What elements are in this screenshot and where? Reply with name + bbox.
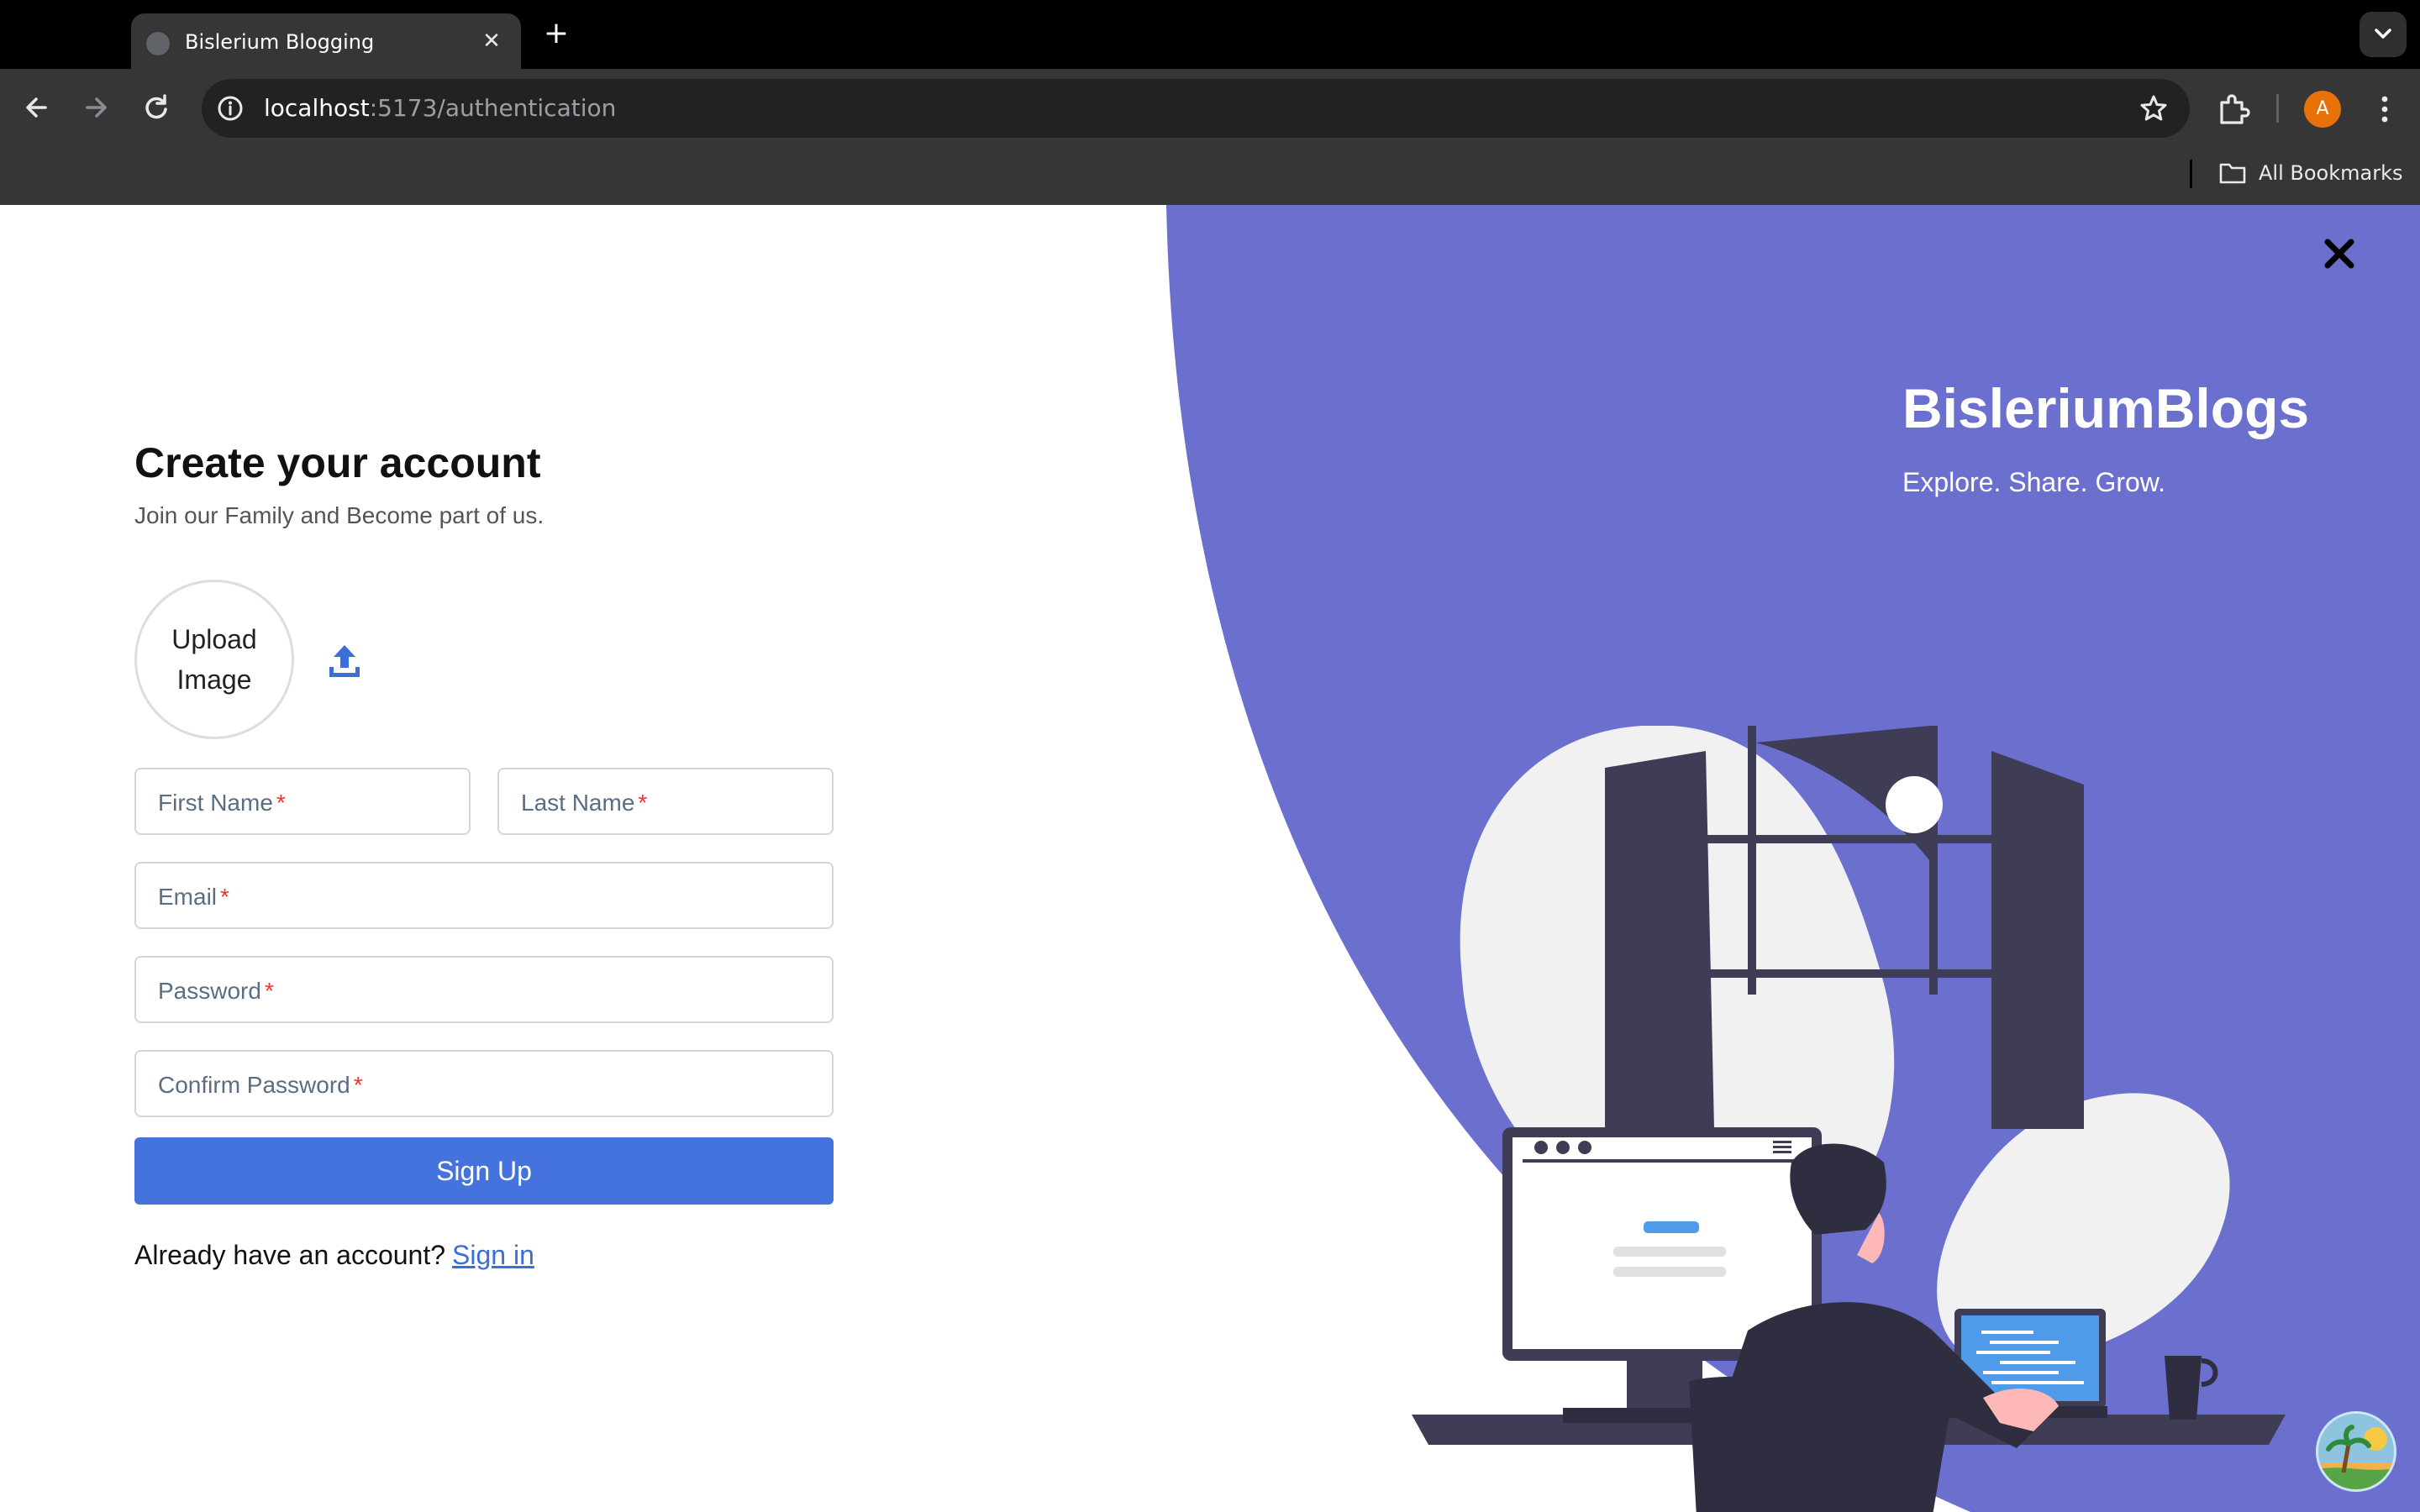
url-text[interactable]: localhost:5173/authentication: [264, 94, 616, 122]
info-icon[interactable]: [215, 93, 245, 123]
profile-avatar[interactable]: A: [2304, 91, 2341, 128]
first-name-field[interactable]: First Name *: [134, 768, 471, 835]
email-field[interactable]: Email *: [134, 862, 834, 929]
upload-icon[interactable]: [326, 642, 363, 682]
arrow-left-icon: [26, 97, 47, 118]
signin-prompt: Already have an account? Sign in: [134, 1240, 534, 1270]
arrow-right-icon: [86, 97, 107, 118]
sign-in-link[interactable]: Sign in: [452, 1240, 534, 1270]
chevron-down-icon: [2375, 29, 2391, 39]
all-bookmarks-button[interactable]: All Bookmarks: [2218, 156, 2402, 190]
image-upload-area[interactable]: Upload Image: [134, 580, 294, 739]
confirm-password-placeholder: Confirm Password *: [158, 1072, 363, 1098]
close-icon[interactable]: [2317, 232, 2361, 276]
toolbar-divider: [2276, 94, 2279, 123]
auth-page: Create your account Join our Family and …: [0, 205, 2420, 1512]
new-tab-button[interactable]: +: [539, 17, 573, 50]
first-name-placeholder: First Name *: [158, 790, 286, 816]
confirm-password-field[interactable]: Confirm Password *: [134, 1050, 834, 1117]
address-bar[interactable]: localhost:5173/authentication: [202, 79, 2190, 138]
reload-button[interactable]: [133, 84, 180, 131]
sign-up-button[interactable]: Sign Up: [134, 1137, 834, 1205]
upload-image-label: Upload Image: [171, 624, 257, 695]
extensions-icon[interactable]: [2213, 89, 2254, 129]
password-field[interactable]: Password *: [134, 956, 834, 1023]
globe-icon: [146, 32, 170, 55]
tab-title: Bislerium Blogging: [185, 30, 375, 54]
developer-illustration: [1412, 726, 2286, 1512]
folder-icon: [2219, 163, 2246, 184]
page-subtitle: Join our Family and Become part of us.: [134, 502, 544, 528]
tab-close-icon[interactable]: ✕: [477, 27, 506, 55]
brand-tagline: Explore. Share. Grow.: [1902, 467, 2166, 497]
email-placeholder: Email *: [158, 884, 229, 910]
all-bookmarks-label: All Bookmarks: [2259, 161, 2403, 185]
bookmarks-divider: [2190, 160, 2192, 188]
page-title: Create your account: [134, 439, 541, 486]
browser-tab[interactable]: Bislerium Blogging ✕: [131, 13, 521, 69]
brand-title: BisleriumBlogs: [1902, 377, 2310, 439]
tab-strip: Bislerium Blogging ✕ +: [0, 0, 2420, 69]
back-button[interactable]: [13, 84, 60, 131]
forward-button[interactable]: [72, 84, 119, 131]
tab-search-button[interactable]: [2360, 12, 2407, 57]
reload-icon: [145, 94, 167, 119]
browser-toolbar: localhost:5173/authentication A All Book…: [0, 69, 2420, 213]
more-vertical-icon[interactable]: [2368, 91, 2402, 128]
last-name-placeholder: Last Name *: [521, 790, 648, 816]
floating-assistant-avatar[interactable]: [2316, 1411, 2396, 1492]
star-icon[interactable]: [2138, 92, 2170, 124]
password-placeholder: Password *: [158, 978, 274, 1004]
last-name-field[interactable]: Last Name *: [497, 768, 834, 835]
